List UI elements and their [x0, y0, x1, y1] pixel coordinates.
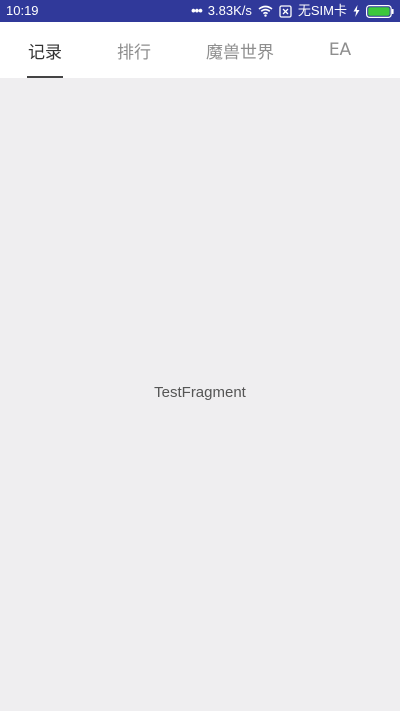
tab-records[interactable]: 记录	[27, 22, 63, 78]
sim-status-text: 无SIM卡	[297, 3, 347, 18]
status-time: 10:19	[6, 3, 39, 18]
network-speed: 3.83K/s	[207, 3, 252, 18]
charging-icon	[353, 5, 360, 17]
status-right: ••• 3.83K/s 无SIM卡	[191, 3, 394, 19]
tab-world-of-warcraft[interactable]: 魔兽世界	[202, 22, 278, 78]
tab-ea[interactable]: EA	[326, 22, 354, 78]
fragment-content: TestFragment	[0, 78, 400, 711]
battery-icon	[366, 4, 394, 18]
fragment-label: TestFragment	[154, 384, 246, 401]
no-sim-icon	[279, 4, 292, 18]
tab-ranking[interactable]: 排行	[114, 22, 154, 78]
tab-bar: 记录 排行 魔兽世界 EA	[0, 22, 400, 78]
wifi-icon	[258, 5, 273, 17]
more-dots-icon: •••	[191, 3, 203, 18]
status-bar: 10:19 ••• 3.83K/s 无SIM卡	[0, 0, 400, 22]
